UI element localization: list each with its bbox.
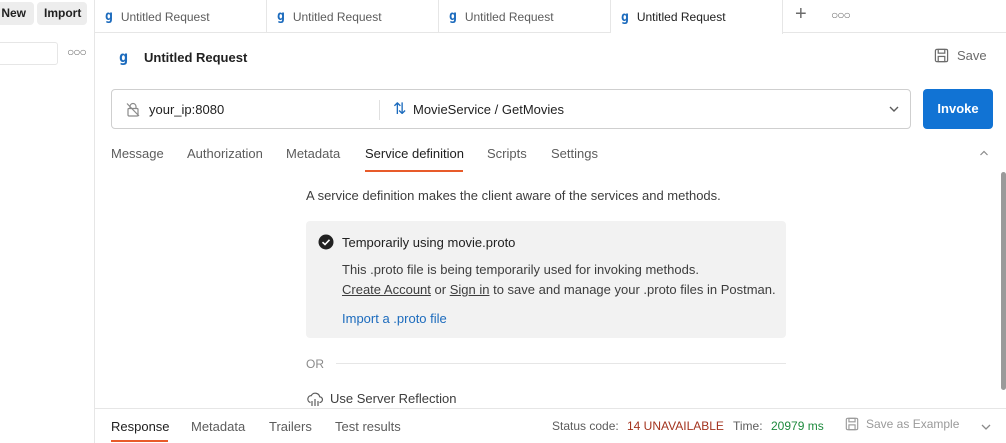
import-proto-link[interactable]: Import a .proto file (342, 311, 447, 326)
tab-trailers[interactable]: Trailers (269, 419, 312, 434)
vertical-scrollbar[interactable] (1001, 172, 1006, 390)
tab-label: Untitled Request (464, 9, 554, 24)
grpc-icon: g (105, 9, 113, 24)
proto-info-title: Temporarily using movie.proto (342, 235, 516, 250)
tab-request-2[interactable]: g Untitled Request (267, 0, 439, 33)
server-url-input[interactable]: your_ip:8080 (149, 102, 224, 117)
sidebar: New Import ○○○ (0, 0, 95, 443)
save-button[interactable]: Save (934, 48, 987, 63)
import-button[interactable]: Import (37, 2, 87, 25)
new-tab-plus-icon[interactable]: + (795, 3, 807, 26)
tab-authorization[interactable]: Authorization (187, 146, 263, 161)
grpc-icon: g (277, 9, 285, 24)
active-response-tab-indicator (111, 440, 168, 442)
active-tab-indicator (365, 170, 463, 172)
sidebar-more-icon[interactable]: ○○○ (67, 45, 87, 59)
server-reflection-icon (307, 392, 324, 406)
create-account-link[interactable]: Create Account (342, 282, 431, 297)
chevron-down-icon[interactable] (888, 103, 900, 115)
response-bar: Response Metadata Trailers Test results … (95, 408, 1006, 443)
or-text: or (434, 282, 447, 297)
method-selector[interactable]: MovieService / GetMovies (413, 102, 564, 117)
proto-info-text: This .proto file is being temporarily us… (342, 262, 699, 277)
request-title[interactable]: Untitled Request (144, 50, 247, 65)
service-definition-description: A service definition makes the client aw… (306, 188, 721, 203)
tab-metadata[interactable]: Metadata (286, 146, 340, 161)
proto-info-box: Temporarily using movie.proto This .prot… (306, 221, 786, 338)
tab-bar: g Untitled Request g Untitled Request g … (95, 0, 1006, 34)
status-code-label: Status code: (552, 419, 619, 433)
insecure-lock-icon[interactable] (126, 102, 140, 117)
grpc-icon: g (621, 9, 629, 25)
chevron-up-icon[interactable] (978, 147, 990, 159)
tab-request-3[interactable]: g Untitled Request (439, 0, 611, 33)
tab-label: Untitled Request (292, 9, 382, 24)
tab-response-metadata[interactable]: Metadata (191, 419, 245, 434)
sign-in-link[interactable]: Sign in (450, 282, 490, 297)
tabs-more-icon[interactable]: ○○○ (831, 8, 851, 22)
tab-label: Untitled Request (120, 9, 210, 24)
save-label: Save (957, 48, 987, 63)
url-bar: your_ip:8080 ⇅ MovieService / GetMovies (111, 89, 911, 129)
proto-info-account-text: Create Account or Sign in to save and ma… (342, 282, 776, 297)
check-circle-icon (318, 234, 334, 250)
tab-message[interactable]: Message (111, 146, 164, 161)
tab-scripts[interactable]: Scripts (487, 146, 527, 161)
chevron-down-icon[interactable] (980, 421, 992, 433)
use-server-reflection-option[interactable]: Use Server Reflection (330, 391, 456, 406)
save-icon (934, 48, 949, 63)
save-as-example-label: Save as Example (866, 417, 960, 431)
save-manage-text: to save and manage your .proto files in … (493, 282, 776, 297)
tab-label: Untitled Request (636, 10, 726, 24)
tab-settings[interactable]: Settings (551, 146, 598, 161)
grpc-icon: g (449, 9, 457, 24)
time-label: Time: (733, 419, 763, 433)
sidebar-search-input[interactable] (0, 42, 58, 65)
or-separator-line (336, 363, 786, 364)
tab-test-results[interactable]: Test results (335, 419, 401, 434)
tab-response[interactable]: Response (111, 419, 170, 434)
tab-request-1[interactable]: g Untitled Request (95, 0, 267, 33)
or-separator-label: OR (306, 357, 324, 371)
grpc-request-icon: g (119, 48, 129, 66)
new-button[interactable]: New (0, 2, 34, 25)
bidirectional-arrows-icon: ⇅ (393, 101, 407, 118)
tab-request-4[interactable]: g Untitled Request (611, 0, 783, 34)
invoke-button[interactable]: Invoke (923, 89, 993, 129)
time-value: 20979 ms (771, 419, 824, 433)
tab-service-definition[interactable]: Service definition (365, 146, 464, 161)
save-icon (845, 417, 859, 431)
status-code-value: 14 UNAVAILABLE (627, 419, 724, 433)
save-as-example-button[interactable]: Save as Example (845, 417, 959, 431)
url-divider (379, 100, 380, 120)
